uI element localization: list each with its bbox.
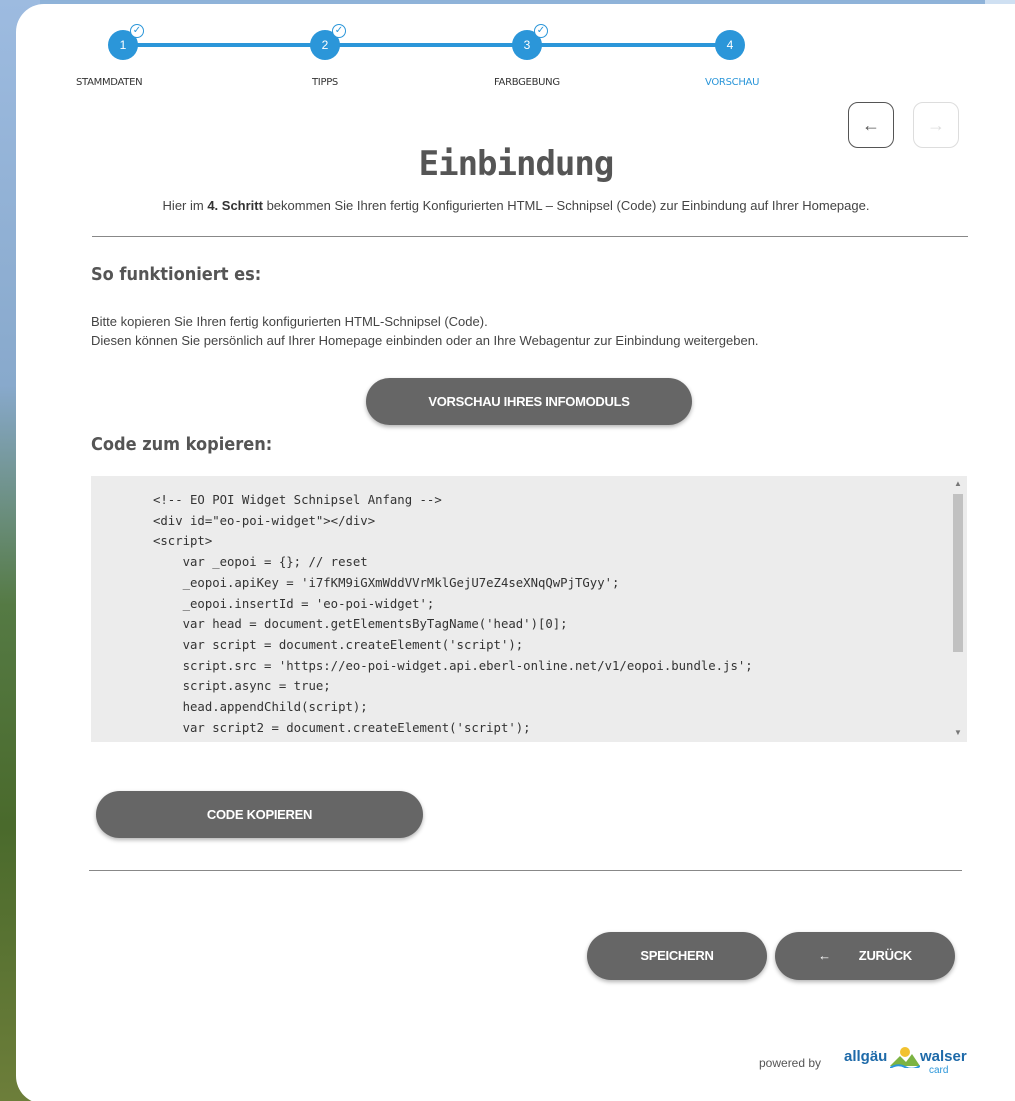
code-heading: Code zum kopieren:: [91, 434, 273, 455]
logo-text-allgaeu: allgäu: [844, 1048, 888, 1065]
page-title: Einbindung: [418, 144, 615, 184]
page-subtitle: Hier im 4. Schritt bekommen Sie Ihren fe…: [16, 198, 1015, 213]
main-card: 1 ✓ STAMMDATEN 2 ✓ TIPPS 3 ✓ FARBGEBUNG …: [16, 4, 1015, 1101]
preview-infomodul-button[interactable]: VORSCHAU IHRES INFOMODULS: [366, 378, 692, 425]
stepper-line: [121, 43, 739, 47]
code-line: <!-- EO POI Widget Schnipsel Anfang -->: [153, 493, 442, 507]
step-label-vorschau[interactable]: VORSCHAU: [705, 77, 759, 88]
code-line: head.appendChild(script);: [153, 700, 368, 715]
step-label-farbgebung[interactable]: FARBGEBUNG: [494, 77, 560, 88]
arrow-left-icon: ←: [818, 948, 831, 963]
code-line: _eopoi.insertId = 'eo-poi-widget';: [153, 596, 435, 611]
allgaeu-walser-card-logo[interactable]: allgäu walser card: [844, 1047, 967, 1078]
back-label: ZURÜCK: [858, 948, 912, 963]
step-number: 2: [321, 38, 329, 52]
divider-top: [92, 236, 968, 237]
powered-by-label: powered by: [759, 1056, 822, 1070]
code-line: var head = document.getElementsByTagName…: [153, 617, 568, 632]
divider-bottom: [89, 870, 962, 871]
logo-text-walser: walser: [920, 1048, 967, 1065]
check-icon: ✓: [130, 24, 144, 38]
next-step-button[interactable]: →: [913, 102, 959, 148]
step-label-stammdaten[interactable]: STAMMDATEN: [76, 77, 143, 88]
step-3[interactable]: 3 ✓: [512, 24, 548, 60]
copy-code-button[interactable]: CODE KOPIEREN: [96, 791, 423, 838]
arrow-left-icon: ←: [862, 115, 880, 135]
scroll-up-icon[interactable]: ▲: [953, 479, 963, 488]
code-line: <div id="eo-poi-widget"></div>: [153, 513, 376, 528]
how-line-1: Bitte kopieren Sie Ihren fertig konfigur…: [91, 314, 488, 329]
code-line: var script = document.createElement('scr…: [153, 637, 524, 652]
how-line-2: Diesen können Sie persönlich auf Ihrer H…: [91, 333, 759, 348]
code-textarea[interactable]: <!-- EO POI Widget Schnipsel Anfang --> <…: [91, 476, 967, 742]
save-button[interactable]: SPEICHERN: [587, 932, 767, 980]
subtitle-text-pre: Hier im: [162, 198, 208, 213]
code-line: script2.src = "https://eo-poi-widget.api…: [153, 738, 767, 742]
back-button[interactable]: ← ZURÜCK: [775, 932, 955, 980]
subtitle-step-bold: 4. Schritt: [207, 198, 263, 213]
step-number: 1: [119, 38, 127, 52]
how-heading: So funktioniert es:: [91, 264, 262, 285]
step-2[interactable]: 2 ✓: [310, 24, 346, 60]
code-content[interactable]: <!-- EO POI Widget Schnipsel Anfang --> <…: [153, 490, 767, 742]
code-line: <script>: [153, 534, 213, 549]
subtitle-text-post: bekommen Sie Ihren fertig Konfigurierten…: [262, 198, 870, 213]
prev-step-button[interactable]: ←: [848, 102, 894, 148]
code-line: var script2 = document.createElement('sc…: [153, 720, 531, 735]
code-line: script.async = true;: [153, 679, 331, 694]
arrow-right-icon: →: [927, 115, 945, 135]
step-1[interactable]: 1 ✓: [108, 24, 144, 60]
scroll-down-icon[interactable]: ▼: [953, 728, 963, 737]
check-icon: ✓: [332, 24, 346, 38]
check-icon: ✓: [534, 24, 548, 38]
step-number: 4: [726, 38, 734, 52]
step-label-tipps[interactable]: TIPPS: [312, 77, 338, 88]
mountain-icon: [890, 1047, 920, 1068]
step-number: 3: [523, 38, 531, 52]
how-description: Bitte kopieren Sie Ihren fertig konfigur…: [91, 312, 759, 350]
code-line: var _eopoi = {}; // reset: [153, 555, 368, 570]
step-4[interactable]: 4: [715, 30, 745, 60]
scrollbar-thumb[interactable]: [953, 494, 963, 652]
logo-text-card: card: [929, 1065, 949, 1076]
stepper: 1 ✓ STAMMDATEN 2 ✓ TIPPS 3 ✓ FARBGEBUNG …: [16, 4, 1015, 104]
code-line: _eopoi.apiKey = 'i7fKM9iGXmWddVVrMklGejU…: [153, 575, 620, 590]
code-line: script.src = 'https://eo-poi-widget.api.…: [153, 658, 753, 673]
